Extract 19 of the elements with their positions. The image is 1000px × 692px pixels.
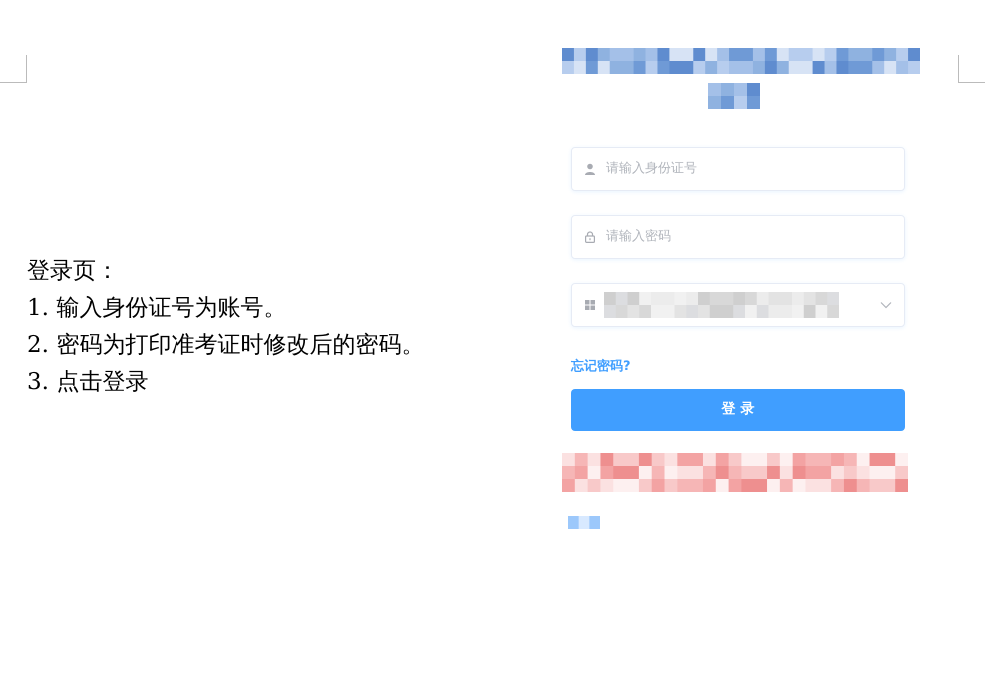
lock-icon [584,231,596,243]
password-field[interactable]: 请输入密码 [604,226,892,248]
select-field[interactable] [571,283,905,327]
mosaic-drawing [708,83,760,109]
input-field[interactable]: 请输入身份证号 [571,147,905,191]
chevron-down-icon [880,301,892,309]
instruction-step: 3. 点击登录 [27,364,148,401]
heading-text: 登录页： [27,257,119,286]
login-button[interactable]: 登 录 [571,388,905,430]
id-number-field[interactable]: 请输入身份证号 [604,158,892,180]
instruction-step: 2. 密码为打印准考证时修改后的密码。 [27,327,424,364]
instruction-step: 1. 输入身份证号为账号。 [27,290,286,327]
crop-mark [958,55,985,83]
grid-icon [584,299,596,311]
crop-mark [0,55,27,83]
user-icon [584,163,596,175]
mosaic-drawing [568,516,600,528]
input-field[interactable]: 请输入密码 [571,215,905,259]
forgot-password-link[interactable]: 忘记密码? [571,357,631,376]
